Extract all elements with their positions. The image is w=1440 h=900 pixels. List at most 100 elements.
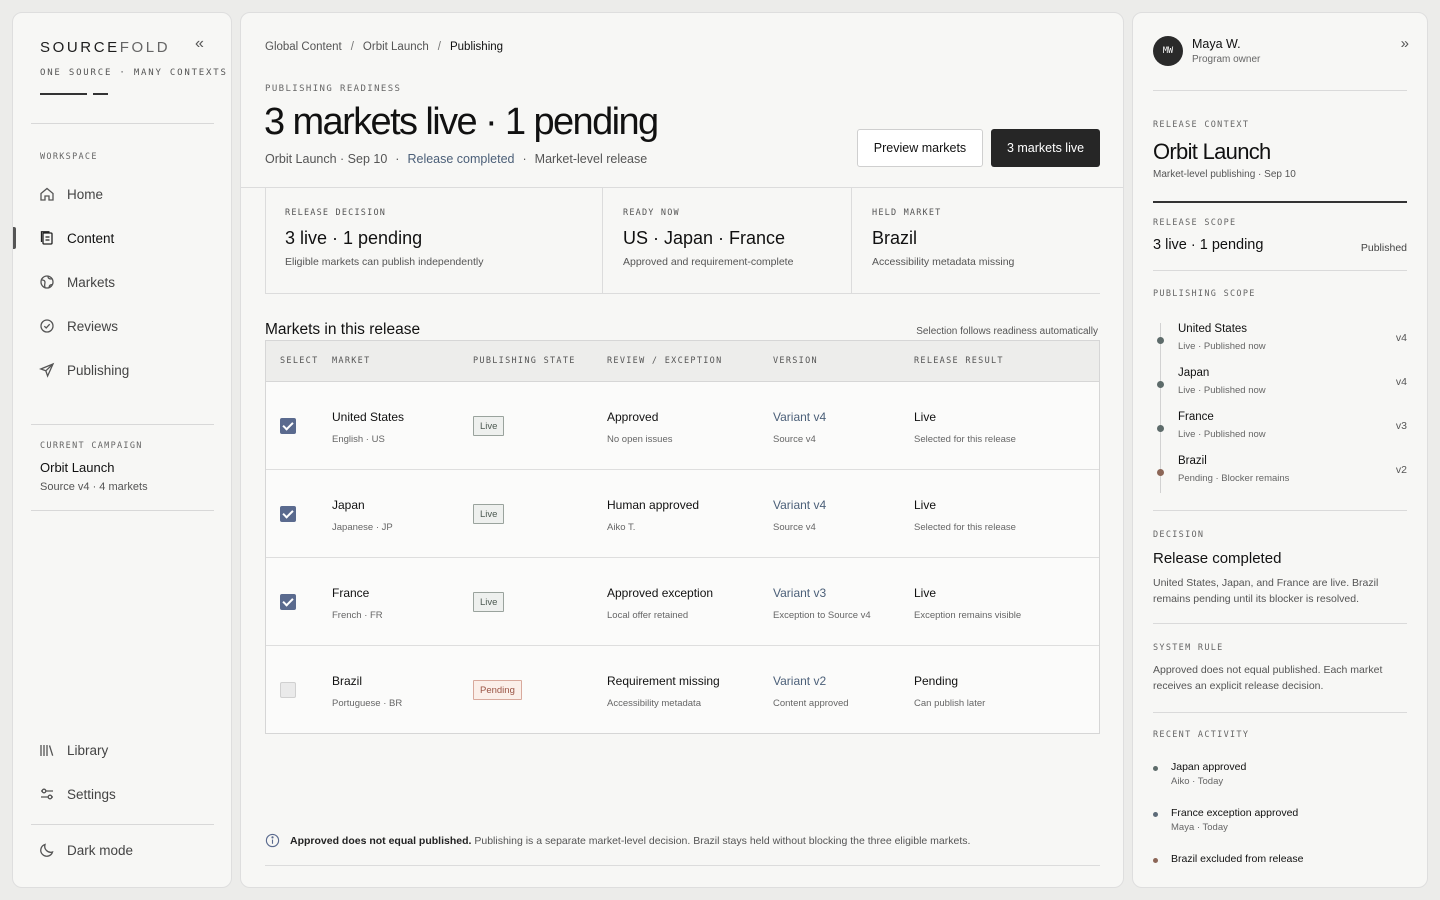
expand-panel-icon[interactable]: »	[1401, 35, 1409, 52]
scope-value: 3 live · 1 pending	[1153, 237, 1264, 253]
nav-label: Markets	[67, 274, 116, 290]
timeline-status: Live · Published now	[1178, 385, 1266, 396]
nav-markets[interactable]: Markets	[13, 267, 231, 297]
column-header[interactable]: REVIEW / EXCEPTION	[607, 356, 723, 366]
nav-content[interactable]: Content	[13, 223, 231, 253]
workspace-label: WORKSPACE	[40, 152, 98, 162]
section-label: RELEASE CONTEXT	[1153, 120, 1250, 130]
table-row[interactable]: United States English · US Live Approved…	[266, 382, 1099, 470]
column-header[interactable]: MARKET	[332, 356, 371, 366]
timeline-dot	[1157, 469, 1164, 476]
timeline-item[interactable]: France Live · Published now v3	[1153, 411, 1407, 455]
review-detail: No open issues	[607, 434, 673, 445]
campaign-name[interactable]: Orbit Launch	[40, 460, 114, 475]
campaign-sub: Source v4 · 4 markets	[40, 481, 148, 493]
row-checkbox[interactable]	[280, 506, 296, 522]
system-rule-body: Approved does not equal published. Each …	[1153, 664, 1383, 692]
divider	[265, 293, 1100, 294]
row-checkbox[interactable]	[280, 594, 296, 610]
table-row[interactable]: Japan Japanese · JP Live Human approved …	[266, 470, 1099, 558]
divider	[1153, 270, 1407, 271]
stat-value: US · Japan · France	[623, 228, 786, 248]
avatar[interactable]: MW	[1153, 36, 1183, 66]
row-checkbox[interactable]	[280, 682, 296, 698]
brand-logo[interactable]: SOURCEFOLD	[40, 39, 170, 56]
nav-library[interactable]: Library	[13, 735, 231, 765]
release-result-detail: Can publish later	[914, 698, 986, 709]
timeline-dot	[1157, 381, 1164, 388]
market-locale: English · US	[332, 434, 385, 445]
table-header: SELECT MARKET PUBLISHING STATE REVIEW / …	[266, 341, 1099, 382]
markets-table: SELECT MARKET PUBLISHING STATE REVIEW / …	[265, 340, 1100, 734]
context-panel: MW Maya W. Program owner » RELEASE CONTE…	[1132, 12, 1428, 888]
stat-desc: Eligible markets can publish independent…	[285, 256, 484, 268]
activity-meta: Aiko · Today	[1171, 776, 1224, 787]
version-detail: Exception to Source v4	[773, 610, 871, 621]
stat-release-decision: RELEASE DECISION 3 live · 1 pending Elig…	[265, 188, 603, 294]
version-link[interactable]: Variant v4	[773, 498, 826, 512]
column-header[interactable]: PUBLISHING STATE	[473, 356, 576, 366]
main-panel: Global Content / Orbit Launch / Publishi…	[240, 12, 1124, 888]
decision-body: United States, Japan, and France are liv…	[1153, 577, 1379, 605]
stat-desc: Accessibility metadata missing	[872, 256, 1015, 268]
review-status: Requirement missing	[607, 674, 720, 688]
collapse-sidebar-icon[interactable]: «	[195, 35, 204, 53]
divider	[1153, 623, 1407, 624]
timeline-status: Live · Published now	[1178, 429, 1266, 440]
send-icon	[39, 362, 55, 378]
version-link[interactable]: Variant v4	[773, 410, 826, 424]
timeline-dot	[1157, 425, 1164, 432]
nav-publishing[interactable]: Publishing	[13, 355, 231, 385]
preview-markets-button[interactable]: Preview markets	[857, 129, 983, 167]
section-label: PUBLISHING SCOPE	[1153, 289, 1256, 299]
release-result-detail: Exception remains visible	[914, 610, 1022, 621]
breadcrumb-item[interactable]: Global Content	[265, 41, 342, 53]
timeline-item[interactable]: Brazil Pending · Blocker remains v2	[1153, 455, 1407, 499]
nav-home[interactable]: Home	[13, 179, 231, 209]
market-name: Brazil	[332, 674, 363, 688]
version-link[interactable]: Variant v2	[773, 674, 826, 688]
column-header[interactable]: VERSION	[773, 356, 818, 366]
column-header: SELECT	[280, 356, 319, 366]
timeline-status: Live · Published now	[1178, 341, 1266, 352]
status-badge: Pending	[473, 680, 522, 700]
nav-label: Reviews	[67, 318, 119, 334]
table-row[interactable]: France French · FR Live Approved excepti…	[266, 558, 1099, 646]
divider	[31, 510, 214, 511]
review-detail: Accessibility metadata	[607, 698, 701, 709]
divider	[265, 865, 1100, 866]
library-icon	[40, 745, 54, 756]
timeline-dot	[1157, 337, 1164, 344]
divider	[31, 424, 214, 425]
breadcrumb-current: Publishing	[449, 41, 504, 53]
decision-title: Release completed	[1153, 550, 1282, 567]
context-title: Orbit Launch	[1153, 139, 1271, 164]
user-role: Program owner	[1192, 54, 1261, 65]
subtitle-scope: Market-level release	[534, 152, 648, 166]
nav-settings[interactable]: Settings	[13, 779, 231, 809]
review-status: Approved	[607, 410, 659, 424]
breadcrumb-item[interactable]: Orbit Launch	[363, 41, 429, 53]
sliders-icon	[41, 788, 53, 800]
timeline-item[interactable]: United States Live · Published now v4	[1153, 323, 1407, 367]
column-header[interactable]: RELEASE RESULT	[914, 356, 1004, 366]
info-text: Publishing is a separate market-level de…	[474, 834, 971, 847]
context-sub: Market-level publishing · Sep 10	[1153, 169, 1296, 180]
campaign-label: CURRENT CAMPAIGN	[40, 441, 143, 451]
timeline-item[interactable]: Japan Live · Published now v4	[1153, 367, 1407, 411]
timeline-market: France	[1178, 411, 1214, 423]
stat-held-market: HELD MARKET Brazil Accessibility metadat…	[852, 188, 1100, 294]
section-label: RELEASE SCOPE	[1153, 218, 1237, 228]
version-detail: Source v4	[773, 522, 816, 533]
markets-live-button[interactable]: 3 markets live	[991, 129, 1100, 167]
subtitle-status: Release completed	[407, 152, 515, 166]
timeline-version: v3	[1395, 420, 1407, 432]
nav-reviews[interactable]: Reviews	[13, 311, 231, 341]
row-checkbox[interactable]	[280, 418, 296, 434]
market-locale: Portuguese · BR	[332, 698, 403, 709]
table-row[interactable]: Brazil Portuguese · BR Pending Requireme…	[266, 646, 1099, 734]
section-label: DECISION	[1153, 530, 1205, 540]
nav-label: Home	[67, 186, 104, 202]
version-link[interactable]: Variant v3	[773, 586, 826, 600]
dark-mode-toggle[interactable]: Dark mode	[13, 835, 231, 865]
